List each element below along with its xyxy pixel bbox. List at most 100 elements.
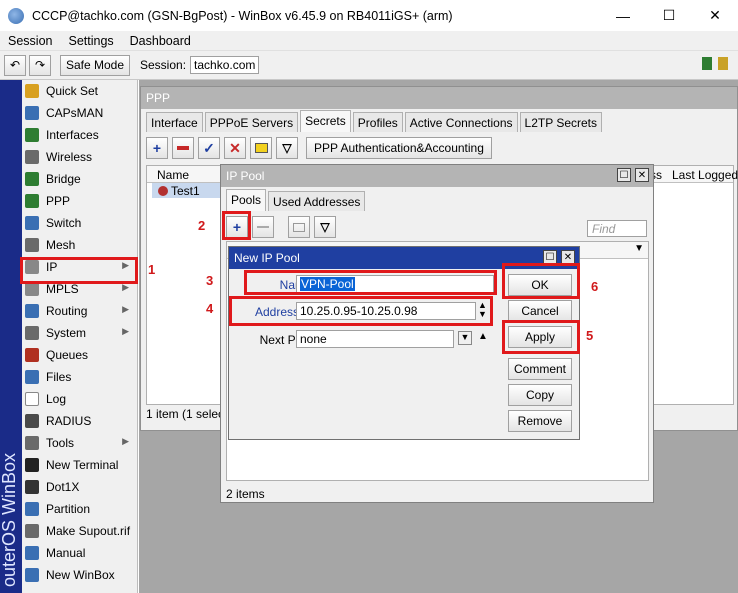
sidebar-item-label: Log [46, 392, 67, 406]
sidebar-item-switch[interactable]: Switch [22, 212, 137, 234]
ip-pool-find-input[interactable]: Find [587, 220, 647, 237]
new-winbox-icon [25, 568, 39, 582]
maximize-button[interactable]: ☐ [646, 0, 692, 31]
sidebar-item-label: Queues [46, 348, 89, 362]
sidebar-item-ppp[interactable]: PPP [22, 190, 137, 212]
menu-settings[interactable]: Settings [60, 34, 121, 48]
sidebar-item-label: Wireless [46, 150, 93, 164]
sidebar-item-bridge[interactable]: Bridge [22, 168, 137, 190]
close-button[interactable]: ✕ [692, 0, 738, 31]
winbox-app-icon [8, 7, 24, 24]
sidebar-item-log[interactable]: Log [22, 388, 137, 410]
sidebar-item-label: Interfaces [46, 128, 99, 142]
ip-pool-status-text: 2 items [226, 487, 265, 501]
ip-pool-tabs: Pools Used Addresses [226, 189, 367, 211]
sidebar-item-partition[interactable]: Partition [22, 498, 137, 520]
ip-pool-comment-button[interactable] [288, 216, 310, 238]
sidebar-item-interfaces[interactable]: Interfaces [22, 124, 137, 146]
col-name[interactable]: Name [157, 168, 189, 182]
ppp-icon [25, 194, 39, 208]
annotation-box-ip [20, 257, 138, 284]
tab-interface[interactable]: Interface [146, 112, 203, 132]
comment-icon [254, 143, 268, 153]
sidebar-item-make-supout-rif[interactable]: Make Supout.rif [22, 520, 137, 542]
brand-strip: outerOS WinBox [0, 80, 22, 593]
next-pool-add-icon[interactable]: ▲ [478, 331, 488, 342]
new-pool-close-button[interactable]: ✕ [561, 250, 575, 264]
sidebar-item-radius[interactable]: RADIUS [22, 410, 137, 432]
sidebar-item-new-winbox[interactable]: New WinBox [22, 564, 137, 586]
tab-l2tp-secrets[interactable]: L2TP Secrets [519, 112, 602, 132]
supout-icon [25, 524, 39, 538]
sidebar-item-label: Dot1X [46, 480, 80, 494]
step-2-label: 2 [198, 218, 206, 233]
sidebar-item-wireless[interactable]: Wireless [22, 146, 137, 168]
lock-icon [718, 57, 728, 70]
sidebar-item-tools[interactable]: Tools ▶ [22, 432, 137, 454]
annotation-box-name [244, 270, 497, 295]
menu-bar: Session Settings Dashboard [0, 31, 738, 51]
log-icon [25, 392, 39, 406]
switch-icon [25, 216, 39, 230]
sidebar-item-label: Switch [46, 216, 82, 230]
ppp-filter-button[interactable]: ▽ [276, 137, 298, 159]
next-pool-dropdown-icon[interactable]: ▼ [458, 331, 472, 345]
cancel-button[interactable]: Cancel [508, 300, 572, 322]
session-value: tachko.com [190, 56, 260, 74]
sidebar-item-label: New WinBox [46, 568, 115, 582]
next-pool-select[interactable]: none [296, 330, 454, 348]
bridge-icon [25, 172, 39, 186]
column-dropdown-icon[interactable]: ▼ [634, 243, 644, 254]
undo-icon: ↶ [9, 58, 21, 72]
sidebar-item-quick-set[interactable]: Quick Set [22, 80, 137, 102]
ppp-tabs: Interface PPPoE Servers Secrets Profiles… [146, 110, 604, 132]
tab-used-addresses[interactable]: Used Addresses [268, 191, 366, 211]
step-1-label: 1 [148, 262, 156, 277]
sidebar-item-system[interactable]: System ▶ [22, 322, 137, 344]
sidebar-item-new-terminal[interactable]: New Terminal [22, 454, 137, 476]
safe-mode-button[interactable]: Safe Mode [60, 54, 130, 76]
tab-secrets[interactable]: Secrets [300, 110, 351, 132]
new-pool-maximize-button[interactable]: ☐ [543, 250, 557, 264]
ppp-comment-button[interactable] [250, 137, 272, 159]
ppp-add-button[interactable]: + [146, 137, 168, 159]
sidebar-item-manual[interactable]: Manual [22, 542, 137, 564]
sidebar-item-label: RADIUS [46, 414, 92, 428]
ppp-remove-button[interactable] [172, 137, 194, 159]
ppp-authentication-accounting-button[interactable]: PPP Authentication&Accounting [306, 137, 492, 159]
remove-button[interactable]: Remove [508, 410, 572, 432]
files-icon [25, 370, 39, 384]
sidebar-item-dot1x[interactable]: Dot1X [22, 476, 137, 498]
comment-button[interactable]: Comment [508, 358, 572, 380]
sidebar-item-label: Manual [46, 546, 86, 560]
tab-active-connections[interactable]: Active Connections [404, 112, 518, 132]
menu-session[interactable]: Session [0, 34, 60, 48]
ip-pool-close-button[interactable]: ✕ [635, 168, 649, 182]
tab-pools[interactable]: Pools [226, 189, 267, 211]
table-row[interactable]: Test1 [152, 183, 222, 198]
ppp-disable-button[interactable]: ✕ [224, 137, 246, 159]
sidebar-item-files[interactable]: Files [22, 366, 137, 388]
menu-dashboard[interactable]: Dashboard [122, 34, 199, 48]
minimize-button[interactable]: — [600, 0, 646, 31]
secure-lock-icon [702, 57, 712, 70]
mpls-icon [25, 282, 39, 296]
filter-icon: ▽ [320, 220, 330, 234]
col-last-logged-out[interactable]: Last Logged O [672, 168, 738, 182]
undo-button[interactable]: ↶ [4, 54, 26, 76]
tab-profiles[interactable]: Profiles [352, 112, 403, 132]
sidebar-item-queues[interactable]: Queues [22, 344, 137, 366]
sidebar-item-routing[interactable]: Routing ▶ [22, 300, 137, 322]
tab-pppoe-servers[interactable]: PPPoE Servers [204, 112, 299, 132]
copy-button[interactable]: Copy [508, 384, 572, 406]
comment-icon [293, 222, 305, 232]
x-icon: ✕ [229, 139, 241, 156]
sidebar-item-capsman[interactable]: CAPsMAN [22, 102, 137, 124]
ppp-enable-button[interactable]: ✓ [198, 137, 220, 159]
ip-pool-maximize-button[interactable]: ☐ [617, 168, 631, 182]
redo-button[interactable]: ↷ [29, 54, 51, 76]
ip-pool-remove-button[interactable] [252, 216, 274, 238]
ip-pool-filter-button[interactable]: ▽ [314, 216, 336, 238]
step-3-label: 3 [206, 273, 214, 288]
sidebar-item-mesh[interactable]: Mesh [22, 234, 137, 256]
